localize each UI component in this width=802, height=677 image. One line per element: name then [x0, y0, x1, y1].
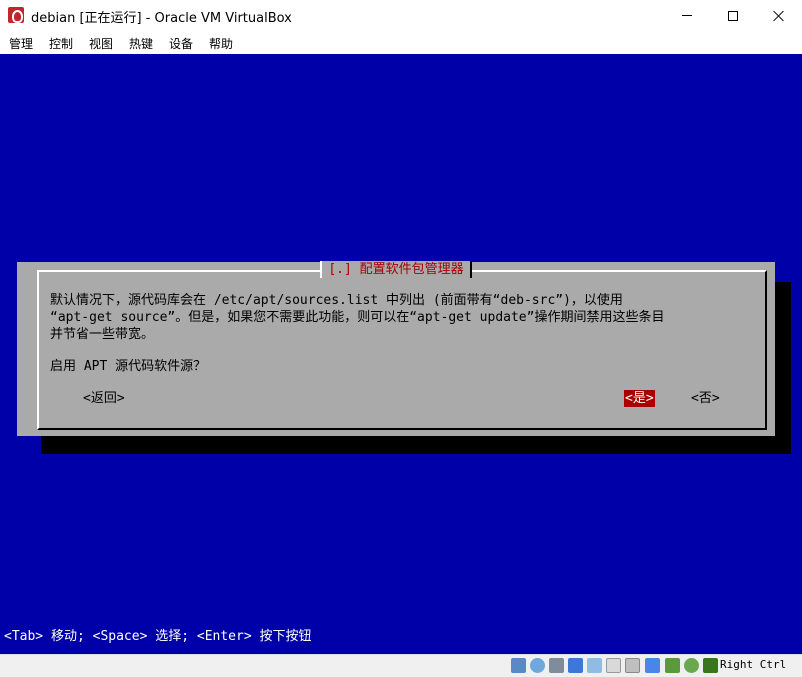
optical-drive-icon[interactable] — [530, 658, 545, 673]
window-titlebar: debian [正在运行] - Oracle VM VirtualBox — [0, 0, 802, 31]
close-icon — [773, 10, 785, 22]
vm-status-bar: Right Ctrl — [0, 654, 802, 677]
menu-item-hotkeys[interactable]: 热键 — [129, 35, 153, 52]
maximize-button[interactable] — [710, 0, 756, 31]
no-button[interactable]: <否> — [690, 390, 721, 407]
menu-item-view[interactable]: 视图 — [89, 35, 113, 52]
vm-console[interactable]: [.] 配置软件包管理器 默认情况下，源代码库会在 /etc/apt/sourc… — [0, 54, 802, 654]
close-button[interactable] — [756, 0, 802, 31]
dialog-title-text: [.] 配置软件包管理器 — [320, 261, 472, 278]
menu-item-devices[interactable]: 设备 — [169, 35, 193, 52]
network-icon[interactable] — [568, 658, 583, 673]
menu-bar: 管理 控制 视图 热键 设备 帮助 — [0, 31, 802, 53]
window-title: debian [正在运行] - Oracle VM VirtualBox — [31, 11, 292, 26]
minimize-icon — [682, 15, 692, 16]
keyboard-capture-icon[interactable] — [703, 658, 718, 673]
console-help-line: <Tab> 移动; <Space> 选择; <Enter> 按下按钮 — [4, 629, 312, 644]
audio-icon[interactable] — [549, 658, 564, 673]
dialog-question: 启用 APT 源代码软件源？ — [50, 359, 207, 374]
host-key-label: Right Ctrl — [720, 658, 787, 671]
menu-item-help[interactable]: 帮助 — [209, 35, 233, 52]
back-button[interactable]: <返回> — [82, 390, 126, 407]
display-icon[interactable] — [625, 658, 640, 673]
menu-item-control[interactable]: 控制 — [49, 35, 73, 52]
minimize-button[interactable] — [664, 0, 710, 31]
hard-disk-icon[interactable] — [511, 658, 526, 673]
installer-dialog: [.] 配置软件包管理器 默认情况下，源代码库会在 /etc/apt/sourc… — [17, 260, 775, 436]
dialog-message: 默认情况下，源代码库会在 /etc/apt/sources.list 中列出 (… — [50, 293, 665, 342]
cpu-icon[interactable] — [665, 658, 680, 673]
maximize-icon — [728, 10, 738, 21]
yes-button[interactable]: <是> — [624, 390, 655, 407]
virtualbox-debian-icon — [8, 7, 24, 23]
dialog-title: [.] 配置软件包管理器 — [17, 260, 775, 278]
recording-icon[interactable] — [645, 658, 660, 673]
menu-item-manage[interactable]: 管理 — [9, 35, 33, 52]
usb-icon[interactable] — [587, 658, 602, 673]
shared-folders-icon[interactable] — [606, 658, 621, 673]
mouse-integration-icon[interactable] — [684, 658, 699, 673]
